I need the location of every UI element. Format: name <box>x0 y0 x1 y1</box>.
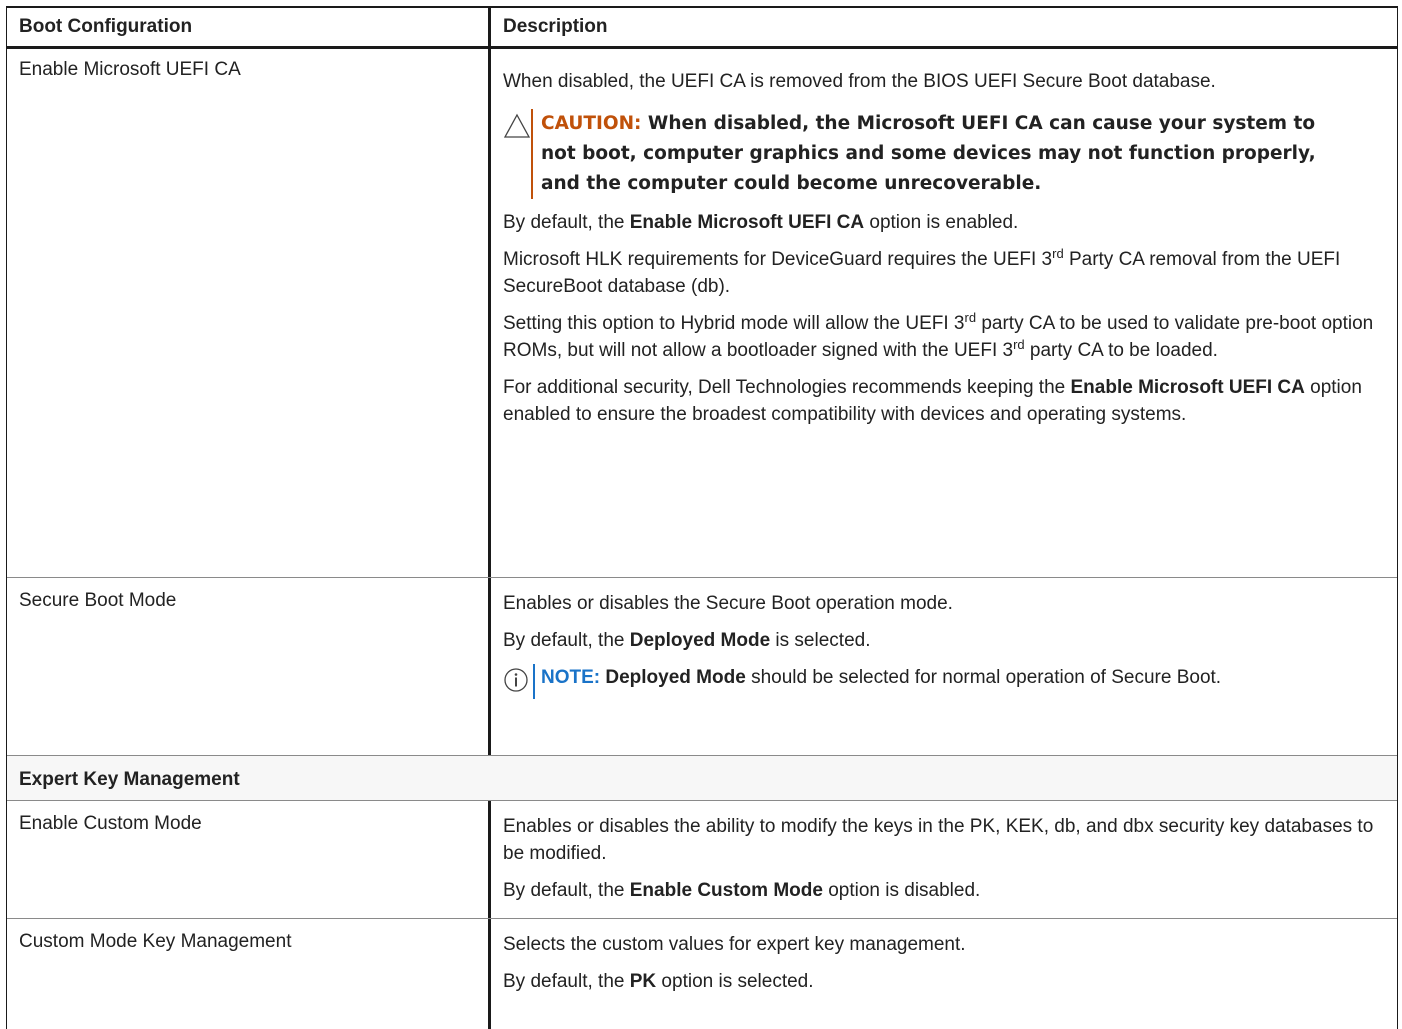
setting-description: Selects the custom values for expert key… <box>491 919 1397 1029</box>
description-paragraph: By default, the PK option is selected. <box>503 971 814 992</box>
table-row-custom-mode-key-management: Custom Mode Key Management Selects the c… <box>7 919 1397 1029</box>
table-row-enable-custom-mode: Enable Custom Mode Enables or disables t… <box>7 801 1397 919</box>
section-row-expert-key-management: Expert Key Management <box>7 756 1397 801</box>
info-circle-icon <box>503 664 533 699</box>
caution-box: CAUTION: When disabled, the Microsoft UE… <box>503 109 1397 199</box>
setting-description: Enables or disables the Secure Boot oper… <box>491 578 1397 755</box>
section-title: Expert Key Management <box>19 769 240 790</box>
description-paragraph: When disabled, the UEFI CA is removed fr… <box>503 71 1216 92</box>
caution-message: When disabled, the Microsoft UEFI CA can… <box>541 113 1316 194</box>
setting-description: Enables or disables the ability to modif… <box>491 801 1397 918</box>
boot-configuration-table: Boot Configuration Description Enable Mi… <box>6 6 1398 1029</box>
table-header-row: Boot Configuration Description <box>7 8 1397 49</box>
header-boot-configuration: Boot Configuration <box>7 8 491 46</box>
caution-text: CAUTION: When disabled, the Microsoft UE… <box>531 109 1351 199</box>
description-paragraph: Microsoft HLK requirements for DeviceGua… <box>503 246 1341 297</box>
description-paragraph: By default, the Enable Microsoft UEFI CA… <box>503 212 1019 233</box>
header-description: Description <box>503 16 608 37</box>
note-label: NOTE: <box>541 667 601 688</box>
description-paragraph: Selects the custom values for expert key… <box>503 934 966 955</box>
setting-name: Custom Mode Key Management <box>7 919 491 1029</box>
table-row-secure-boot-mode: Secure Boot Mode Enables or disables the… <box>7 578 1397 756</box>
table-row-enable-microsoft-uefi-ca: Enable Microsoft UEFI CA When disabled, … <box>7 49 1397 578</box>
description-paragraph: Setting this option to Hybrid mode will … <box>503 310 1374 361</box>
description-paragraph: Enables or disables the Secure Boot oper… <box>503 593 953 614</box>
caution-label: CAUTION: <box>541 113 642 134</box>
note-text: NOTE: Deployed Mode should be selected f… <box>533 664 1371 699</box>
description-paragraph: For additional security, Dell Technologi… <box>503 377 1362 425</box>
description-paragraph: By default, the Deployed Mode is selecte… <box>503 630 871 651</box>
description-paragraph: By default, the Enable Custom Mode optio… <box>503 880 981 901</box>
description-paragraph: Enables or disables the ability to modif… <box>503 816 1374 864</box>
warning-triangle-icon <box>503 109 531 199</box>
note-box: NOTE: Deployed Mode should be selected f… <box>503 664 1397 699</box>
setting-name: Secure Boot Mode <box>7 578 491 755</box>
setting-name: Enable Microsoft UEFI CA <box>7 49 491 577</box>
setting-name: Enable Custom Mode <box>7 801 491 918</box>
setting-description: When disabled, the UEFI CA is removed fr… <box>491 49 1397 577</box>
